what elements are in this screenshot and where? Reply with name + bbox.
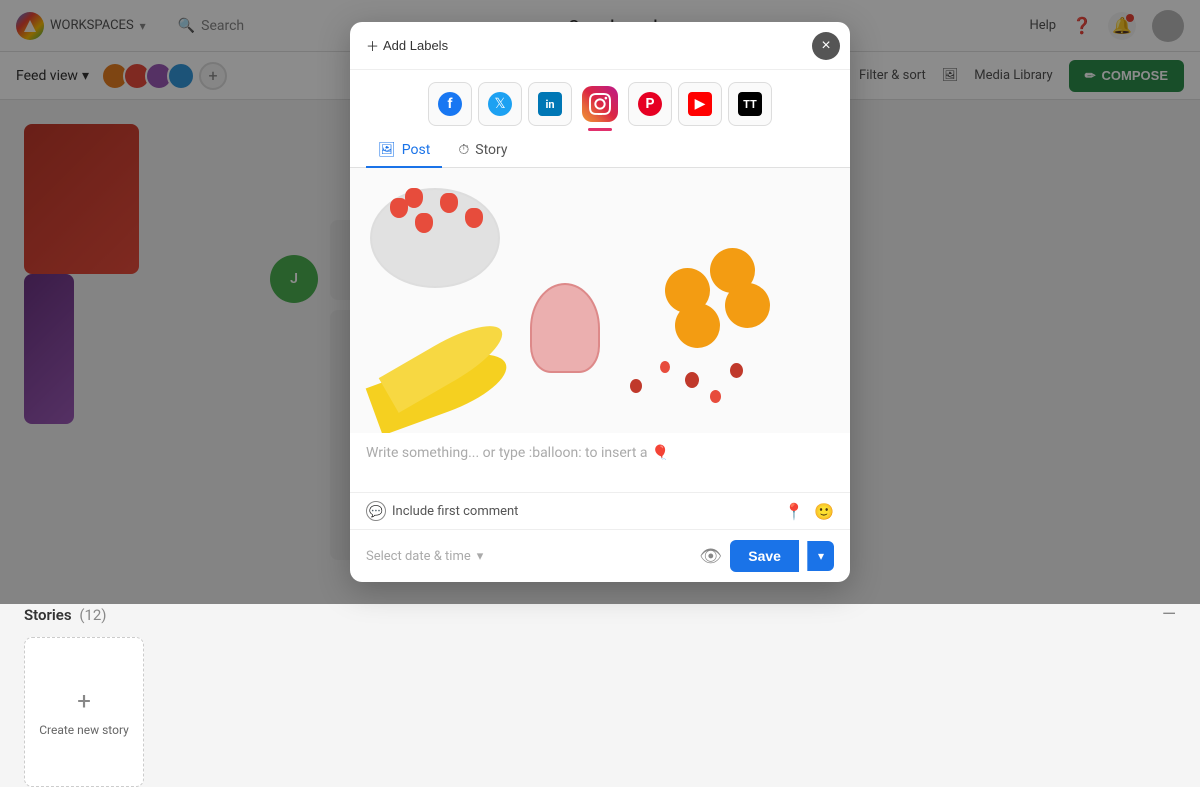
platform-pinterest[interactable]: P (628, 82, 672, 126)
compose-modal: ＋ Add Labels × f 𝕏 in P (350, 22, 850, 582)
footer-right-actions: 👁 Save ▾ (699, 540, 834, 572)
stories-header: Stories (12) — (24, 604, 1176, 625)
tab-story[interactable]: ⏱ Story (446, 134, 519, 168)
stories-title: Stories (12) (24, 606, 107, 624)
create-story-card[interactable]: + Create new story (24, 637, 144, 787)
post-tab-label: Post (402, 142, 431, 158)
save-button[interactable]: Save (730, 540, 799, 572)
date-chevron: ▾ (477, 549, 484, 564)
create-story-label: Create new story (31, 723, 137, 737)
date-time-selector[interactable]: Select date & time ▾ (366, 549, 689, 564)
tab-post[interactable]: 🖼 Post (366, 134, 442, 168)
location-icon[interactable]: 📍 (784, 502, 804, 521)
close-icon: × (821, 37, 830, 55)
include-comment-label: Include first comment (392, 504, 518, 519)
platform-facebook[interactable]: f (428, 82, 472, 126)
emoji-icon[interactable]: 🙂 (814, 502, 834, 521)
strawberry-2 (415, 213, 433, 233)
modal-close-button[interactable]: × (812, 32, 840, 60)
strawberry-4 (465, 208, 483, 228)
modal-tabs: 🖼 Post ⏱ Story (350, 126, 850, 168)
raspberry-1 (630, 379, 642, 393)
date-placeholder: Select date & time (366, 549, 471, 564)
save-dropdown-button[interactable]: ▾ (807, 541, 834, 571)
orange-3 (675, 303, 720, 348)
story-tab-icon: ⏱ (458, 142, 469, 158)
comment-icon: 💬 (366, 501, 386, 521)
orange-4 (725, 283, 770, 328)
stories-section: Stories (12) — + Create new story (24, 604, 1176, 787)
platform-tiktok[interactable]: TT (728, 82, 772, 126)
raspberry-3 (685, 372, 699, 388)
strawberry-5 (405, 188, 423, 208)
write-placeholder: Write something... or type :balloon: to … (366, 445, 834, 461)
story-tab-label: Story (475, 142, 507, 158)
platform-twitter[interactable]: 𝕏 (478, 82, 522, 126)
create-story-plus-icon: + (77, 687, 91, 715)
modal-footer: Select date & time ▾ 👁 Save ▾ (350, 530, 850, 582)
stories-collapse[interactable]: — (1162, 604, 1176, 625)
balloon-emoji: 🎈 (652, 445, 669, 461)
preview-eye-icon[interactable]: 👁 (699, 546, 722, 567)
plus-icon: ＋ (366, 36, 379, 55)
comment-row: 💬 Include first comment 📍 🙂 (350, 493, 850, 530)
platform-instagram[interactable] (578, 82, 622, 126)
write-area[interactable]: Write something... or type :balloon: to … (350, 433, 850, 493)
add-labels-button[interactable]: ＋ Add Labels (366, 36, 448, 55)
include-comment-toggle[interactable]: 💬 Include first comment (366, 501, 518, 521)
post-tab-icon: 🖼 (378, 142, 396, 158)
comment-action-icons: 📍 🙂 (784, 502, 834, 521)
modal-image-area (350, 168, 850, 433)
platform-youtube[interactable]: ▶ (678, 82, 722, 126)
stories-grid: + Create new story (24, 637, 1176, 787)
smoothie-cup (530, 283, 600, 373)
instagram-icon (582, 86, 618, 122)
modal-header: ＋ Add Labels × (350, 22, 850, 70)
platform-linkedin[interactable]: in (528, 82, 572, 126)
add-labels-label: Add Labels (383, 38, 448, 53)
platform-row: f 𝕏 in P ▶ TT (350, 70, 850, 126)
strawberry-3 (440, 193, 458, 213)
raspberry-5 (730, 363, 743, 378)
fruit-scene (350, 168, 850, 433)
raspberry-4 (710, 390, 721, 403)
raspberry-2 (660, 361, 670, 373)
